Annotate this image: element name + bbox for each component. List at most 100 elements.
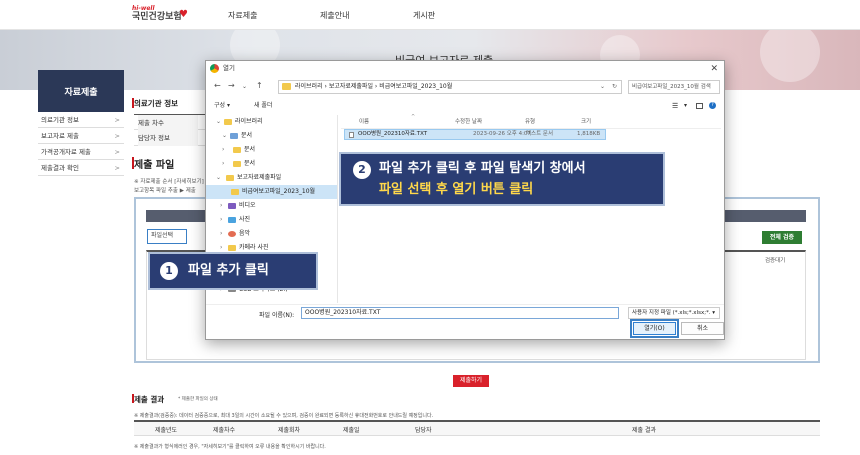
logo[interactable]: hi-well 국민건강보험 ♥ <box>132 5 188 23</box>
divider <box>206 304 724 305</box>
file-list-header: 이름 수정한 날짜 유형 크기 ^ <box>341 114 721 129</box>
dialog-title: 열기 <box>223 64 235 72</box>
file-select-button[interactable]: 파일선택 <box>147 229 187 244</box>
logo-name: 국민건강보험 <box>132 12 182 22</box>
tree-label: 비급여보고파일_2023_10월 <box>242 188 316 195</box>
banner-decoration <box>760 30 820 82</box>
info-label: 제출 차수 <box>138 115 198 131</box>
folder-icon <box>224 119 232 125</box>
tree-label: 문서 <box>241 132 253 139</box>
chevron-right-icon: › <box>222 146 225 153</box>
chevron-right-icon: › <box>220 216 223 223</box>
sidebar-item-label: 보고자료 제출 <box>41 132 79 140</box>
address-path: 라이브러리 › 보고자료제출파일 › 비급여보고파일_2023_10월 <box>295 83 453 90</box>
video-icon <box>228 203 236 209</box>
step-number-badge: 1 <box>160 262 178 280</box>
sidebar-item-institution[interactable]: 의료기관 정보 > <box>38 112 124 128</box>
back-arrow-icon[interactable]: ← <box>214 81 221 90</box>
tree-label: 문서 <box>244 146 256 153</box>
col-sequence: 제출회차 <box>278 427 301 434</box>
sidebar-item-report[interactable]: 보고자료 제출 > <box>38 128 124 144</box>
heart-icon: ♥ <box>179 9 188 20</box>
file-row-selected[interactable]: OOO병원_202310자료.TXT 2023-09-26 오후 4:07 텍스… <box>344 129 606 140</box>
tree-item-report-folder[interactable]: ⌄ 보고자료제출파일 <box>206 171 337 185</box>
sort-up-icon: ^ <box>411 114 416 120</box>
open-button[interactable]: 열기(O) <box>633 322 676 335</box>
tree-label: 보고자료제출파일 <box>237 174 282 181</box>
tree-item-documents-sub[interactable]: › 문서 <box>206 143 337 157</box>
tree-item-nonpay-folder[interactable]: 비급여보고파일_2023_10월 <box>206 185 337 199</box>
result-subtitle: * 제출한 파일의 상태 <box>178 397 218 402</box>
info-label: 담당자 정보 <box>138 130 198 146</box>
close-icon[interactable]: ✕ <box>710 62 718 76</box>
folder-icon <box>231 189 239 195</box>
col-manager: 담당자 <box>415 427 432 434</box>
chrome-icon <box>210 64 219 73</box>
tree-item-video[interactable]: › 비디오 <box>206 199 337 213</box>
submit-note-1[interactable]: ※ 자료제출 순서 [자세히보기] <box>134 177 204 185</box>
col-type[interactable]: 유형 <box>525 115 535 129</box>
callout-text-line1: 파일 추가 클릭 후 파일 탐색기 창에서 <box>379 161 586 176</box>
col-name[interactable]: 이름 <box>359 115 369 129</box>
folder-icon <box>233 147 241 153</box>
filetype-select[interactable]: 사용자 지정 파일 (*.xls;*.xlsx;*. ▾ <box>628 307 720 319</box>
nav-submit[interactable]: 자료제출 <box>228 10 257 21</box>
sidebar-item-label: 제출결과 확인 <box>41 164 79 172</box>
tree-item-documents[interactable]: ⌄ 문서 <box>206 129 337 143</box>
chevron-right-icon: > <box>114 116 120 124</box>
chevron-right-icon: › <box>222 160 225 167</box>
forward-arrow-icon[interactable]: → <box>228 81 235 90</box>
logo-tagline: hi-well <box>132 5 155 12</box>
tree-item-documents-sub[interactable]: › 문서 <box>206 157 337 171</box>
new-folder-button[interactable]: 새 폴더 <box>254 99 272 113</box>
sidebar-item-price[interactable]: 가격공개자료 제출 > <box>38 144 124 160</box>
chevron-right-icon: > <box>114 132 120 140</box>
chevron-right-icon: > <box>114 164 120 172</box>
address-bar[interactable]: 라이브러리 › 보고자료제출파일 › 비급여보고파일_2023_10월 ⌄ ↻ <box>278 80 622 94</box>
tree-item-photos[interactable]: › 사진 <box>206 213 337 227</box>
photo-icon <box>228 217 236 223</box>
filename-input[interactable]: OOO병원_202310자료.TXT <box>301 307 619 319</box>
dialog-toolbar: 구성 ▾ 새 폴더 ☰ ▾ ? <box>206 99 724 113</box>
submit-note-2: 보고항목 파일 추출 ▶ 제출 <box>134 188 196 194</box>
dropdown-chevron-icon[interactable]: ⌄ <box>600 81 605 93</box>
sidebar-item-result[interactable]: 제출결과 확인 > <box>38 160 124 176</box>
sidebar-item-label: 가격공개자료 제출 <box>41 148 91 156</box>
callout-text-line2: 파일 선택 후 열기 버튼 클릭 <box>379 182 534 197</box>
organize-menu[interactable]: 구성 ▾ <box>214 99 230 113</box>
search-input[interactable]: 비급여보고파일_2023_10월 검색 <box>628 80 720 94</box>
col-size[interactable]: 크기 <box>581 115 591 129</box>
help-icon[interactable]: ? <box>709 102 716 109</box>
validate-all-button[interactable]: 전체 검증 <box>762 231 802 244</box>
result-table-header <box>134 420 820 436</box>
refresh-icon[interactable]: ↻ <box>612 81 617 93</box>
preview-pane-icon[interactable] <box>696 103 703 109</box>
up-arrow-icon[interactable]: ↑ <box>256 81 263 90</box>
cancel-button[interactable]: 취소 <box>681 322 724 335</box>
tree-label: 사진 <box>239 216 251 223</box>
dialog-navbar: ← → ⌄ ↑ 라이브러리 › 보고자료제출파일 › 비급여보고파일_2023_… <box>206 78 724 96</box>
folder-icon <box>282 83 291 90</box>
result-note: ※ 제출결과(검증중): 데이터 검증중으로, 최대 3일의 시간이 소요될 수… <box>134 413 434 419</box>
tree-label: 음악 <box>239 230 251 237</box>
result-title: 제출 결과 <box>134 395 165 404</box>
col-modified[interactable]: 수정한 날짜 <box>455 115 482 129</box>
submit-button[interactable]: 제출하기 <box>453 375 489 387</box>
folder-icon <box>226 175 234 181</box>
chevron-down-icon: ⌄ <box>222 132 228 139</box>
callout-step-2: 2 파일 추가 클릭 후 파일 탐색기 창에서 파일 선택 후 열기 버튼 클릭 <box>339 152 665 206</box>
institution-title: 의료기관 정보 <box>134 99 179 108</box>
nav-guide[interactable]: 제출안내 <box>320 10 349 21</box>
col-result: 제출 결과 <box>632 427 656 434</box>
nav-board[interactable]: 게시판 <box>413 10 435 21</box>
result-footnote: ※ 제출결과가 형식에러인 경우, "자세히보기"를 클릭하여 오류 내용을 확… <box>134 444 326 450</box>
file-date: 2023-09-26 오후 4:07 <box>473 131 531 137</box>
tree-item-library[interactable]: ⌄ 라이브러리 <box>206 115 337 129</box>
col-round: 제출차수 <box>213 427 236 434</box>
chevron-down-icon[interactable]: ⌄ <box>242 83 247 90</box>
view-list-icon[interactable]: ☰ <box>672 99 678 113</box>
tree-item-music[interactable]: › 음악 <box>206 227 337 241</box>
chevron-down-icon[interactable]: ▾ <box>684 99 687 113</box>
step-number-badge: 2 <box>353 161 371 179</box>
tree-label: 문서 <box>244 160 256 167</box>
